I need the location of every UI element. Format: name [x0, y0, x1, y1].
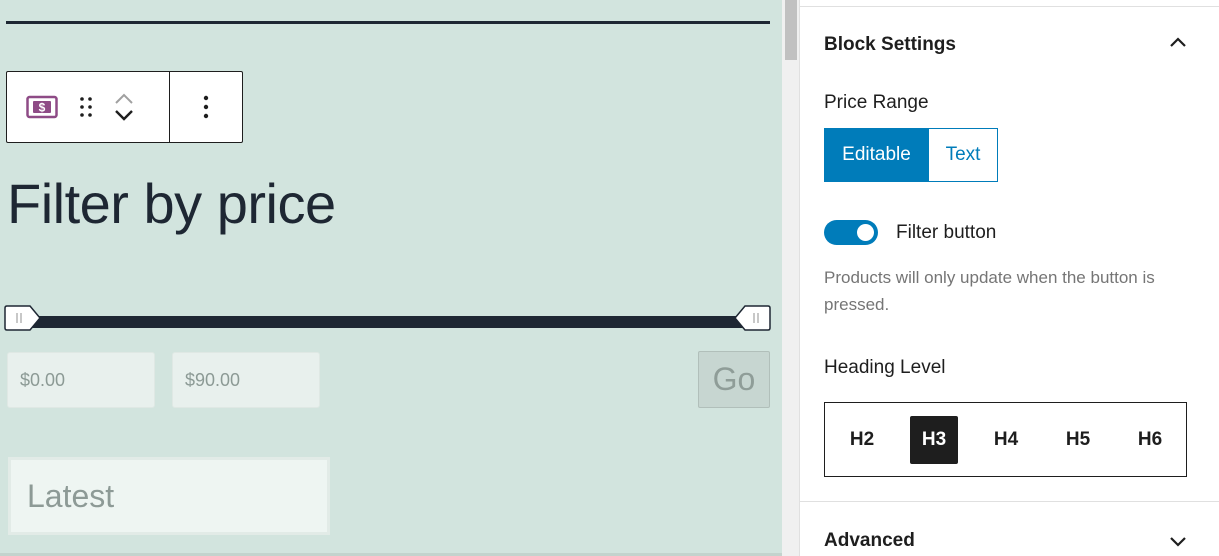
- canvas-scrollbar-thumb[interactable]: [785, 0, 797, 60]
- heading-level-toolbar: H2 H3 H4 H5 H6: [824, 402, 1187, 477]
- go-button[interactable]: Go: [698, 351, 770, 408]
- move-up-icon[interactable]: [114, 93, 134, 105]
- settings-sidebar: Block Settings Price Range Editable Text…: [800, 0, 1219, 556]
- price-slider-max-handle[interactable]: [733, 304, 771, 332]
- block-settings-title[interactable]: Block Settings: [824, 34, 956, 56]
- filter-button-help: Products will only update when the butto…: [824, 268, 1155, 314]
- move-down-icon[interactable]: [114, 109, 134, 121]
- min-price-input[interactable]: $0.00: [7, 352, 155, 408]
- toggle-knob: [857, 224, 874, 241]
- heading-level-label: Heading Level: [824, 357, 946, 378]
- filter-button-label: Filter button: [896, 222, 997, 243]
- separator-line: [6, 21, 770, 24]
- heading-level-h4[interactable]: H4: [982, 416, 1030, 464]
- sidebar-top-divider: [800, 6, 1219, 7]
- block-toolbar-more-group: [170, 72, 242, 142]
- price-slider-track[interactable]: [14, 316, 760, 328]
- price-range-label: Price Range: [824, 92, 929, 113]
- price-range-text-button[interactable]: Text: [929, 128, 998, 182]
- price-slider-min-handle[interactable]: [4, 304, 42, 332]
- block-movers: [112, 82, 136, 132]
- block-toolbar-main-group: $: [7, 72, 170, 142]
- panel-divider: [800, 501, 1219, 502]
- chevron-up-icon[interactable]: [1166, 31, 1190, 55]
- heading-level-h5[interactable]: H5: [1054, 416, 1102, 464]
- canvas-scrollbar[interactable]: [782, 0, 799, 556]
- heading-level-h2[interactable]: H2: [838, 416, 886, 464]
- heading-level-h3[interactable]: H3: [910, 415, 958, 464]
- chevron-down-icon[interactable]: [1166, 529, 1190, 553]
- more-vertical-icon[interactable]: [194, 92, 218, 122]
- filter-button-toggle[interactable]: [824, 220, 878, 245]
- svg-text:$: $: [39, 101, 46, 115]
- drag-handle-icon[interactable]: [76, 95, 96, 119]
- price-range-editable-button[interactable]: Editable: [824, 128, 929, 182]
- advanced-panel-title[interactable]: Advanced: [824, 530, 915, 552]
- block-toolbar: $: [6, 71, 243, 143]
- price-range-toggle-group: Editable Text: [824, 128, 998, 182]
- block-heading[interactable]: Filter by price: [7, 170, 336, 237]
- editor-canvas: $ Filter by price $0.00 $90.00 Go Latest: [0, 0, 782, 556]
- price-tag-icon[interactable]: $: [26, 95, 58, 119]
- heading-level-h6[interactable]: H6: [1126, 416, 1174, 464]
- sort-select[interactable]: Latest: [8, 457, 330, 535]
- max-price-input[interactable]: $90.00: [172, 352, 320, 408]
